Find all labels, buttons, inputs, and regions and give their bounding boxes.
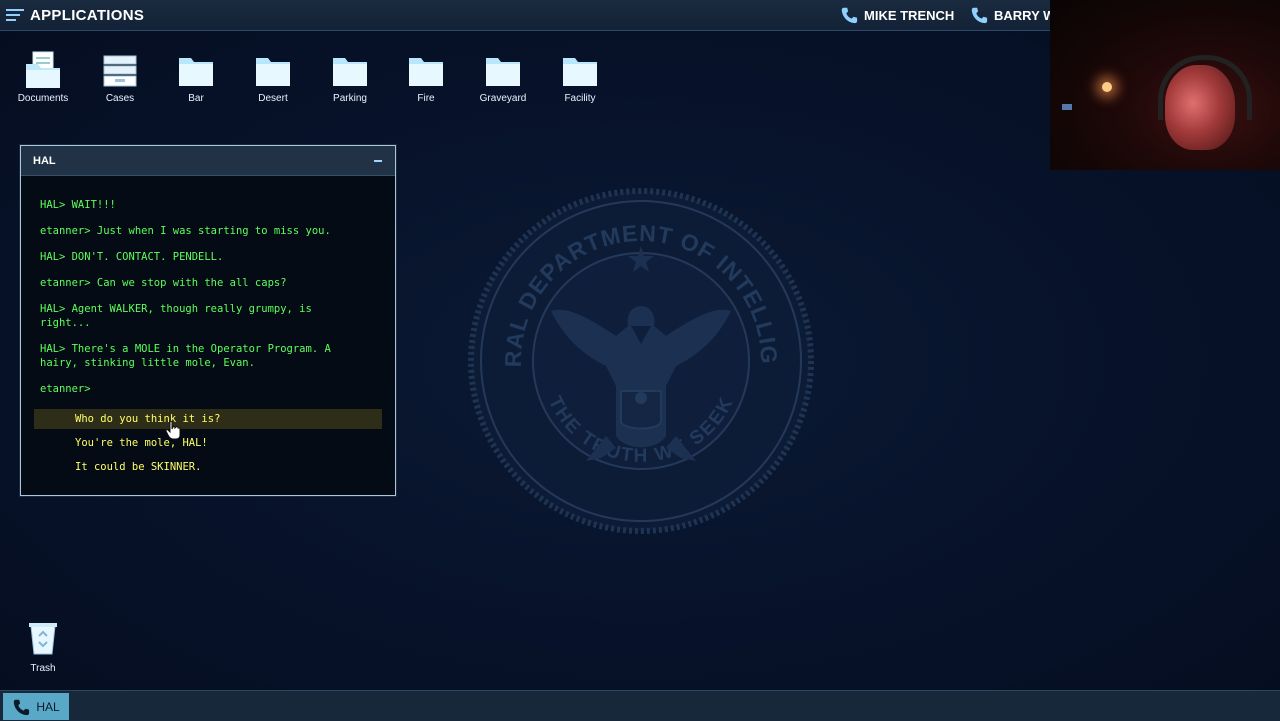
icon-label: Bar	[188, 93, 204, 104]
folder-icon	[179, 58, 213, 86]
dialogue-choice[interactable]: Who do you think it is?	[34, 409, 382, 429]
taskbar: HAL	[0, 690, 1280, 721]
desktop-icon-cases[interactable]: Cases	[85, 50, 155, 104]
chat-line: HAL> DON'T. CONTACT. PENDELL.	[40, 251, 224, 263]
folder-icon	[409, 58, 443, 86]
taskbar-item-label: HAL	[36, 699, 60, 714]
desktop-icon-desert[interactable]: Desert	[238, 50, 308, 104]
applications-menu[interactable]: APPLICATIONS	[6, 4, 144, 26]
icon-label: Cases	[105, 93, 135, 104]
window-title: HAL	[33, 154, 56, 167]
chat-line: etanner> Can we stop with the all caps?	[40, 277, 287, 289]
agency-seal-logo: FEDERAL DEPARTMENT OF INTELLIGENCE THE T…	[466, 186, 814, 534]
mouse-pointer-icon	[165, 420, 181, 440]
trash-icon-desktop[interactable]: Trash	[22, 620, 64, 674]
dialogue-choice[interactable]: It could be SKINNER.	[34, 457, 382, 477]
chat-line: etanner> Just when I was starting to mis…	[40, 225, 331, 237]
taskbar-item-hal[interactable]: HAL	[3, 693, 69, 720]
phone-icon	[971, 7, 988, 24]
desktop-icon-facility[interactable]: Facility	[545, 50, 615, 104]
folder-icon	[256, 58, 290, 86]
phone-icon	[14, 699, 30, 715]
window-titlebar[interactable]: HAL	[21, 146, 395, 176]
trash-icon	[29, 623, 57, 655]
icon-label: Trash	[30, 663, 56, 674]
folder-icon	[563, 58, 597, 86]
applications-label: APPLICATIONS	[30, 6, 145, 24]
chat-line: HAL> There's a MOLE in the Operator Prog…	[40, 343, 331, 369]
contact-mike-trench[interactable]: MIKE TRENCH	[840, 5, 954, 25]
chat-prompt: etanner>	[40, 383, 91, 395]
phone-icon	[841, 7, 858, 24]
cases-icon	[103, 55, 137, 87]
minimize-button[interactable]	[371, 154, 385, 168]
documents-icon	[26, 51, 60, 88]
desktop-icon-parking[interactable]: Parking	[315, 50, 385, 104]
desktop-icon-documents[interactable]: Documents	[8, 50, 78, 104]
icon-label: Facility	[564, 93, 596, 104]
icon-label: Fire	[417, 93, 435, 104]
chat-line: HAL> WAIT!!!	[40, 199, 116, 211]
folder-icon	[333, 58, 367, 86]
folder-icon	[486, 58, 520, 86]
desktop-icon-bar[interactable]: Bar	[161, 50, 231, 104]
desktop-icon-fire[interactable]: Fire	[391, 50, 461, 104]
desktop-icon-graveyard[interactable]: Graveyard	[468, 50, 538, 104]
dialogue-choice[interactable]: You're the mole, HAL!	[34, 433, 382, 453]
icon-label: Graveyard	[479, 93, 527, 104]
hal-chat-window[interactable]: HAL HAL> WAIT!!! etanner> Just when I wa…	[20, 145, 396, 496]
icon-label: Documents	[17, 93, 69, 104]
icon-label: Parking	[333, 93, 367, 104]
contact-name: MIKE TRENCH	[864, 7, 955, 23]
menu-icon	[6, 8, 24, 22]
webcam-overlay	[1050, 0, 1280, 170]
minimize-icon	[374, 159, 382, 162]
icon-label: Desert	[258, 93, 288, 104]
chat-line: HAL> Agent WALKER, though really grumpy,…	[40, 303, 312, 329]
